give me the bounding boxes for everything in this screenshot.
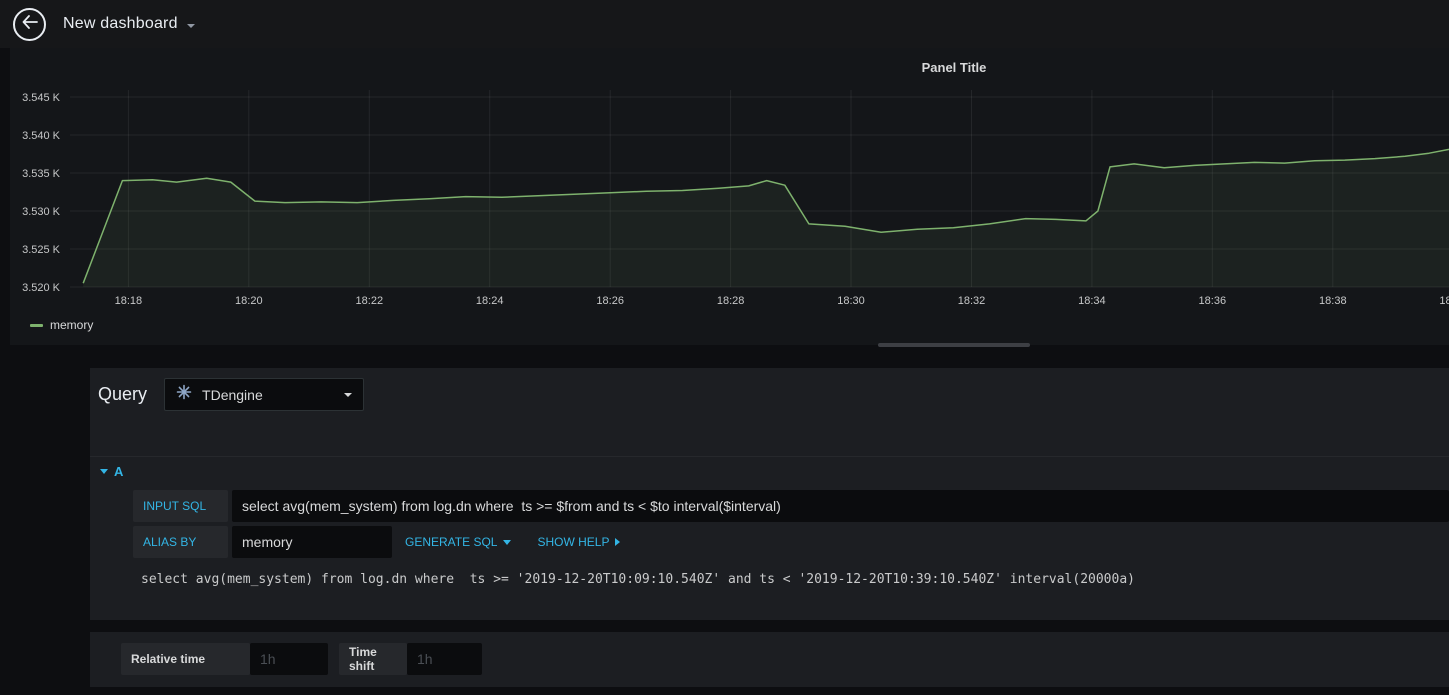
svg-text:3.525 K: 3.525 K [22, 244, 61, 256]
dashboard-title: New dashboard [63, 15, 178, 32]
dashboard-title-dropdown[interactable]: New dashboard [63, 15, 195, 33]
legend-color-swatch [30, 323, 43, 327]
time-shift-field[interactable] [407, 643, 482, 675]
svg-text:18:34: 18:34 [1078, 295, 1106, 307]
collapse-caret-icon [100, 469, 108, 474]
svg-text:18:36: 18:36 [1199, 295, 1227, 307]
relative-time-field[interactable] [250, 643, 328, 675]
back-button[interactable] [13, 7, 46, 41]
svg-text:3.530 K: 3.530 K [22, 206, 61, 218]
panel-title[interactable]: Panel Title [922, 60, 987, 75]
query-header: Query TDengine [98, 378, 365, 411]
svg-text:18:28: 18:28 [717, 295, 745, 307]
back-arrow-icon [22, 14, 38, 34]
chevron-down-icon [344, 392, 353, 397]
svg-text:18:30: 18:30 [837, 295, 865, 307]
query-section-title: Query [98, 384, 148, 404]
tdengine-logo-icon [176, 384, 192, 405]
svg-text:3.535 K: 3.535 K [22, 168, 61, 180]
svg-text:18:22: 18:22 [356, 295, 384, 307]
chevron-down-icon [503, 539, 512, 545]
time-options-pane: Relative time Time shift [90, 632, 1449, 687]
alias-by-field[interactable] [232, 526, 392, 558]
datasource-select[interactable]: TDengine [164, 378, 365, 411]
alias-by-row: ALIAS BY GENERATE SQL SHOW HELP [133, 526, 1449, 558]
relative-time-label: Relative time [121, 643, 250, 675]
chevron-right-icon [615, 538, 621, 546]
svg-text:18:32: 18:32 [958, 295, 986, 307]
show-help-label: SHOW HELP [537, 535, 610, 549]
input-sql-label: INPUT SQL [133, 490, 228, 522]
time-shift-label: Time shift [339, 643, 407, 675]
query-ref-id: A [114, 464, 124, 479]
svg-text:18:26: 18:26 [596, 295, 624, 307]
top-header: New dashboard [0, 0, 1449, 48]
input-sql-row: INPUT SQL [133, 490, 1449, 522]
query-row-collapse[interactable]: A [90, 456, 1449, 479]
show-help-button[interactable]: SHOW HELP [524, 526, 633, 558]
timeseries-chart: 3.520 K 3.525 K 3.530 K 3.535 K 3.540 K 3.545… [22, 90, 1449, 307]
svg-text:3.545 K: 3.545 K [22, 92, 61, 104]
panel-resize-handle[interactable] [878, 343, 1030, 347]
svg-text:18:18: 18:18 [115, 295, 143, 307]
query-editor-pane: Query TDengine A INPUT SQL ALIAS BY GENE… [90, 368, 1449, 620]
time-options-row: Relative time Time shift [121, 643, 482, 675]
chevron-down-icon [186, 23, 195, 28]
input-sql-field[interactable] [232, 490, 1449, 522]
svg-text:18:40: 18:40 [1439, 295, 1449, 307]
alias-by-label: ALIAS BY [133, 526, 228, 558]
generate-sql-button[interactable]: GENERATE SQL [392, 526, 524, 558]
generate-sql-label: GENERATE SQL [405, 535, 498, 549]
legend-item-memory[interactable]: memory [30, 318, 93, 332]
legend-label: memory [50, 318, 94, 332]
svg-text:18:20: 18:20 [235, 295, 263, 307]
editor-tab-bar [0, 345, 75, 695]
svg-text:3.540 K: 3.540 K [22, 130, 61, 142]
svg-text:3.520 K: 3.520 K [22, 282, 61, 294]
generated-sql-text: select avg(mem_system) from log.dn where… [141, 572, 1135, 587]
svg-text:18:24: 18:24 [476, 295, 504, 307]
svg-text:18:38: 18:38 [1319, 295, 1347, 307]
datasource-name: TDengine [202, 386, 263, 403]
